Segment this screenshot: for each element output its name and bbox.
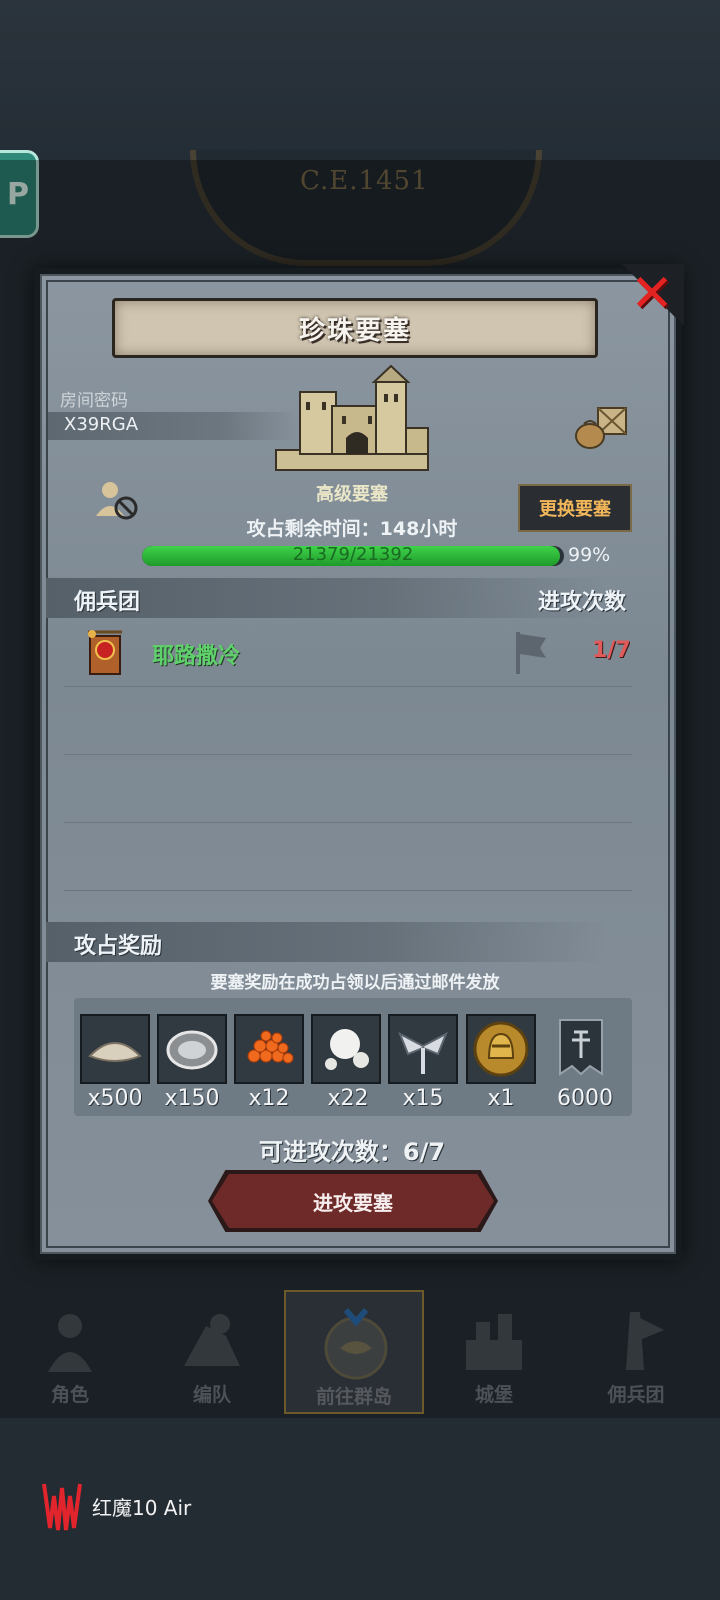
modal-title: 珍珠要塞 <box>298 315 411 346</box>
squad-icon <box>184 1314 240 1366</box>
banner-icon <box>559 1019 603 1076</box>
reward-item-emblem[interactable] <box>388 1014 458 1084</box>
mercenary-icon <box>626 1312 664 1370</box>
reward-qty: x12 <box>248 1086 290 1111</box>
reward-item-knight-coin[interactable] <box>466 1014 536 1084</box>
supply-bag-icon[interactable] <box>574 404 630 450</box>
brand-logo-icon <box>42 1483 82 1531</box>
castle-icon <box>466 1314 522 1370</box>
island-compass-icon <box>324 1308 388 1380</box>
close-icon[interactable]: ✕ <box>628 268 676 320</box>
change-fortress-button[interactable]: 更换要塞 <box>518 484 632 532</box>
jerusalem-banner-icon <box>88 630 122 675</box>
reward-note: 要塞奖励在成功占领以后通过邮件发放 <box>210 973 500 993</box>
title-banner: 珍珠要塞 <box>112 298 598 358</box>
nav-label: 编队 <box>192 1384 231 1406</box>
nav-item-character[interactable]: 角色 <box>0 1290 140 1414</box>
remaining-time: 攻占剩余时间：148小时 <box>246 518 458 540</box>
row-divider <box>64 890 632 891</box>
available-attacks: 可进攻次数：6/7 <box>258 1138 446 1166</box>
nav-label: 角色 <box>50 1384 89 1406</box>
knight-coin-icon <box>473 1021 529 1077</box>
reward-item-banner[interactable] <box>548 1014 610 1084</box>
device-watermark: 红魔10 Air <box>92 1496 192 1520</box>
knight-icon <box>48 1314 92 1372</box>
reward-qty: x1 <box>487 1086 515 1111</box>
attack-fortress-button[interactable]: 进攻要塞 <box>212 1174 494 1228</box>
rewards-header: 攻占奖励 <box>74 934 163 959</box>
nav-item-islands[interactable]: 前往群岛 <box>284 1290 424 1414</box>
attack-count-header: 进攻次数 <box>538 590 627 615</box>
top-background <box>0 0 720 160</box>
nav-item-castle[interactable]: 城堡 <box>424 1290 564 1414</box>
reward-item-pearl[interactable] <box>311 1014 381 1084</box>
fortress-hp-text: 21379/21392 <box>292 544 414 565</box>
room-code[interactable]: X39RGA <box>64 414 138 435</box>
mercenary-name[interactable]: 耶路撒冷 <box>152 638 240 670</box>
fish-roe-icon <box>247 1030 294 1064</box>
fortress-hp-percent: 99% <box>568 544 611 566</box>
pearl-icon <box>325 1029 369 1070</box>
flour-icon <box>88 1042 142 1062</box>
nav-item-formation[interactable]: 编队 <box>142 1290 282 1414</box>
oyster-icon <box>166 1030 218 1070</box>
flag-icon <box>516 632 546 674</box>
nav-label: 前往群岛 <box>315 1386 392 1408</box>
mercenary-header: 佣兵团 <box>74 590 141 615</box>
nav-item-mercenary[interactable]: 佣兵团 <box>566 1290 706 1414</box>
room-password-label: 房间密码 <box>60 391 128 411</box>
row-divider <box>64 686 632 687</box>
row-divider <box>64 822 632 823</box>
nav-label: 城堡 <box>474 1384 513 1406</box>
no-invite-icon[interactable] <box>94 478 140 522</box>
mercenary-attack-count: 1/7 <box>592 638 631 663</box>
reward-item-oyster[interactable] <box>157 1014 227 1084</box>
winged-emblem-icon <box>398 1031 448 1074</box>
reward-item-flour[interactable] <box>80 1014 150 1084</box>
reward-qty: 6000 <box>557 1086 613 1111</box>
reward-qty: x15 <box>402 1086 444 1111</box>
fortress-castle-icon <box>275 364 429 471</box>
row-divider <box>64 754 632 755</box>
nav-label: 佣兵团 <box>607 1384 665 1406</box>
fortress-level: 高级要塞 <box>316 484 388 505</box>
reward-item-fish-roe[interactable] <box>234 1014 304 1084</box>
